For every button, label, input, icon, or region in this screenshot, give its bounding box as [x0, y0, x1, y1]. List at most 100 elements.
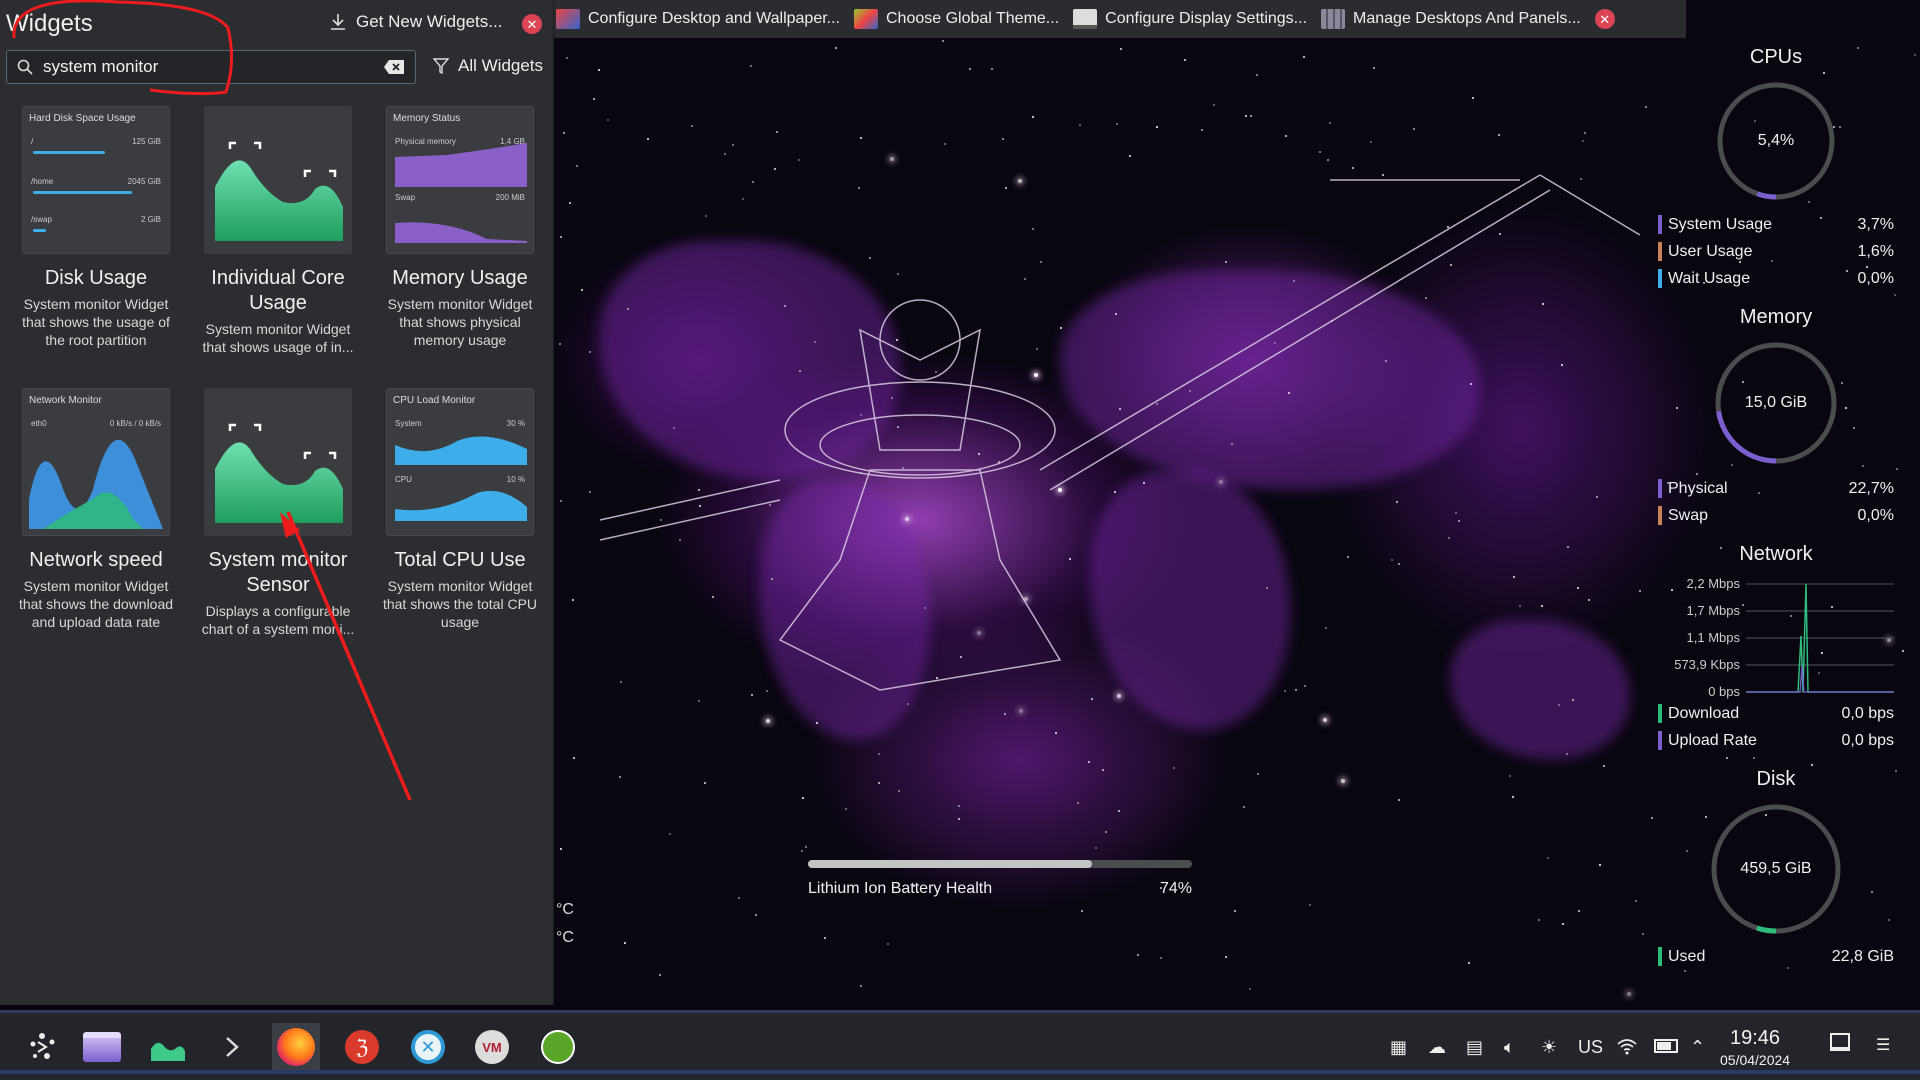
configure-display-button[interactable]: Configure Display Settings... [1073, 9, 1307, 29]
clipboard-grid-icon[interactable]: ▦ [1390, 1037, 1407, 1058]
widget-card-total-cpu-use[interactable]: CPU Load Monitor System 30 % CPU 10 % To… [369, 388, 551, 631]
get-new-widgets-button[interactable]: Get New Widgets... [328, 12, 502, 32]
app-blue-icon[interactable]: ✕ [404, 1023, 452, 1071]
disk-used-row: Used 22,8 GiB [1658, 943, 1894, 970]
app-red-icon[interactable]: ℨ [338, 1023, 386, 1071]
manage-desktops-button[interactable]: Manage Desktops And Panels... [1321, 9, 1581, 29]
clear-text-icon[interactable] [383, 59, 405, 75]
star [1542, 302, 1545, 305]
show-desktop-icon[interactable] [1830, 1033, 1850, 1051]
choose-global-theme-button[interactable]: Choose Global Theme... [854, 9, 1059, 29]
battery-health-fill [808, 860, 1093, 868]
star [575, 164, 578, 167]
search-input[interactable] [43, 57, 373, 77]
star [1469, 383, 1472, 386]
cloud-sync-icon[interactable]: ☁ [1428, 1037, 1446, 1058]
close-panel-icon[interactable]: ✕ [522, 14, 542, 34]
terminal-icon[interactable] [208, 1023, 256, 1071]
star [1893, 294, 1896, 297]
widget-description: System monitor Widget that shows usage o… [202, 321, 354, 355]
clock[interactable]: 19:46 05/04/2024 [1720, 1027, 1790, 1068]
star [624, 941, 627, 944]
star [1626, 991, 1631, 996]
star [1330, 320, 1333, 323]
star [1458, 519, 1461, 522]
widget-card-memory-usage[interactable]: Memory Status Physical memory 1,4 GB Swa… [369, 106, 551, 349]
star [1113, 491, 1116, 494]
star [895, 339, 898, 342]
app-green-icon[interactable] [534, 1023, 582, 1071]
search-icon [17, 59, 33, 75]
memory-physical-row: Physical 22,7% [1658, 475, 1894, 502]
star [1596, 495, 1599, 498]
disk-usage-thumbnail: Hard Disk Space Usage / 125 GiB /home 20… [22, 106, 170, 254]
memory-graph [395, 143, 527, 243]
star [751, 181, 754, 184]
download-icon [331, 14, 345, 30]
widget-card-disk-usage[interactable]: Hard Disk Space Usage / 125 GiB /home 20… [5, 106, 187, 349]
all-widgets-filter-button[interactable]: All Widgets [432, 56, 543, 76]
dolphin-icon[interactable] [78, 1023, 126, 1071]
star [1497, 134, 1500, 137]
star [559, 235, 562, 238]
star [1346, 555, 1349, 558]
disk-usage-bar [33, 151, 105, 154]
star [1039, 261, 1042, 264]
configure-desktop-button[interactable]: Configure Desktop and Wallpaper... [556, 9, 840, 29]
widget-card-system-monitor-sensor[interactable]: System monitor Sensor Displays a configu… [187, 388, 369, 638]
star [1114, 313, 1117, 316]
widget-description: System monitor Widget that shows the tot… [382, 578, 538, 630]
app-vm-icon[interactable]: VM [468, 1023, 516, 1071]
star [1454, 511, 1457, 514]
star [697, 488, 700, 491]
volume-icon[interactable]: 🔈︎ [1504, 1037, 1515, 1058]
panels-icon [1321, 9, 1346, 29]
widget-card-network-speed[interactable]: Network Monitor eth0 0 kB/s / 0 kB/s Net… [5, 388, 187, 631]
close-icon[interactable]: ✕ [1594, 9, 1615, 29]
wifi-icon[interactable] [1616, 1037, 1638, 1060]
theme-icon [854, 9, 878, 29]
cpu-user-usage-row: User Usage 1,6% [1658, 238, 1894, 265]
star [1894, 769, 1897, 772]
firefox-icon[interactable] [272, 1023, 320, 1071]
battery-icon[interactable] [1654, 1037, 1678, 1053]
memory-swap-row: Swap 0,0% [1658, 502, 1894, 529]
star [1546, 857, 1549, 860]
memory-gauge-value: 15,0 GiB [1744, 394, 1808, 411]
star [1136, 953, 1139, 956]
widget-description: System monitor Widget that shows the usa… [22, 296, 170, 348]
star [905, 516, 910, 521]
keyboard-layout-indicator[interactable]: US [1578, 1037, 1603, 1058]
star [1218, 480, 1223, 485]
search-field[interactable] [6, 50, 416, 84]
system-monitor-graph-icon [215, 423, 343, 523]
star [658, 973, 661, 976]
star [775, 130, 778, 133]
widget-description: Displays a configurable chart of a syste… [201, 603, 355, 637]
battery-health-value: 74% [1159, 880, 1192, 897]
chevron-up-icon[interactable]: ⌃ [1690, 1037, 1705, 1058]
star [1352, 166, 1355, 169]
star [1540, 604, 1543, 607]
brightness-icon[interactable]: ☀ [1541, 1037, 1557, 1058]
star [1060, 326, 1063, 329]
star [1645, 105, 1648, 108]
star [698, 505, 701, 508]
app-launcher-icon[interactable] [18, 1023, 66, 1071]
panel-options-icon[interactable]: ☰ [1876, 1035, 1890, 1055]
sensor-thumbnail [204, 388, 352, 536]
star [1212, 103, 1215, 106]
widget-card-individual-core-usage[interactable]: Individual Core Usage System monitor Wid… [187, 106, 369, 356]
widgets-panel: Widgets Get New Widgets... ✕ All Widgets… [0, 0, 554, 1005]
star [1078, 123, 1081, 126]
star [1023, 596, 1028, 601]
disk-usage-bar [33, 229, 46, 232]
system-monitor-icon[interactable] [144, 1023, 192, 1071]
taskbar: ℨ ✕ VM ▦ ☁ ▤ 🔈︎ ☀ US ⌃ 19:46 05/04/2024 … [0, 1010, 1920, 1080]
star [755, 913, 758, 916]
clipboard-icon[interactable]: ▤ [1466, 1037, 1483, 1058]
star [1255, 73, 1258, 76]
star [1172, 766, 1175, 769]
network-graph [29, 439, 163, 529]
star [1322, 717, 1327, 722]
